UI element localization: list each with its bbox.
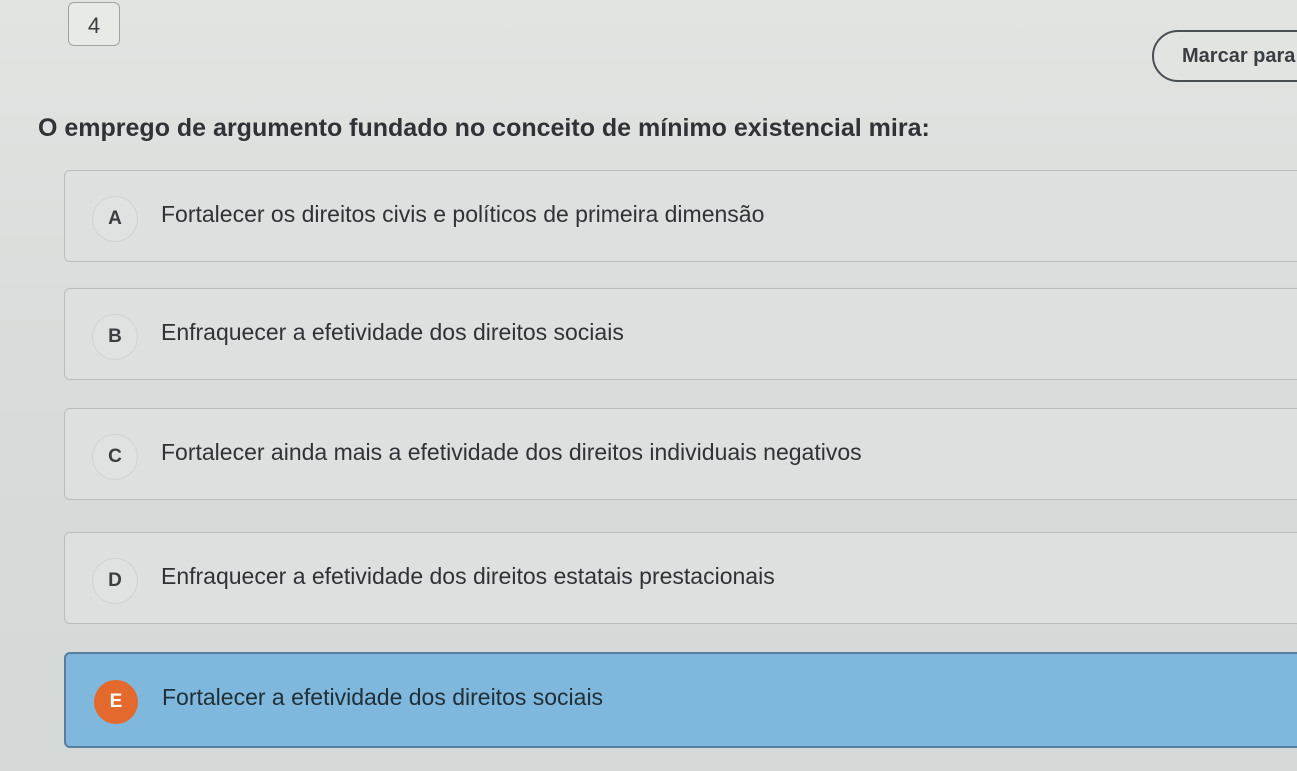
mark-for-review-button[interactable]: Marcar para <box>1152 30 1297 82</box>
answer-option-b[interactable]: B Enfraquecer a efetividade dos direitos… <box>64 288 1297 380</box>
option-letter-a: A <box>93 197 137 241</box>
option-letter-e: E <box>94 680 138 724</box>
question-text: O emprego de argumento fundado no concei… <box>38 114 930 142</box>
option-text-d: Enfraquecer a efetividade dos direitos e… <box>161 563 775 589</box>
option-letter-c: C <box>93 435 137 479</box>
option-text-b: Enfraquecer a efetividade dos direitos s… <box>161 319 624 345</box>
option-text-c: Fortalecer ainda mais a efetividade dos … <box>161 439 862 465</box>
option-text-a: Fortalecer os direitos civis e políticos… <box>161 201 765 227</box>
answer-option-c[interactable]: C Fortalecer ainda mais a efetividade do… <box>64 408 1297 500</box>
answer-option-d[interactable]: D Enfraquecer a efetividade dos direitos… <box>64 532 1297 624</box>
question-number: 4 <box>68 2 120 46</box>
option-text-e: Fortalecer a efetividade dos direitos so… <box>162 684 604 710</box>
answer-option-a[interactable]: A Fortalecer os direitos civis e polític… <box>64 170 1297 262</box>
option-letter-d: D <box>93 559 137 603</box>
option-letter-b: B <box>93 315 137 359</box>
answer-option-e-selected[interactable]: E Fortalecer a efetividade dos direitos … <box>64 652 1297 748</box>
quiz-screen: 4 Marcar para O emprego de argumento fun… <box>0 0 1297 771</box>
